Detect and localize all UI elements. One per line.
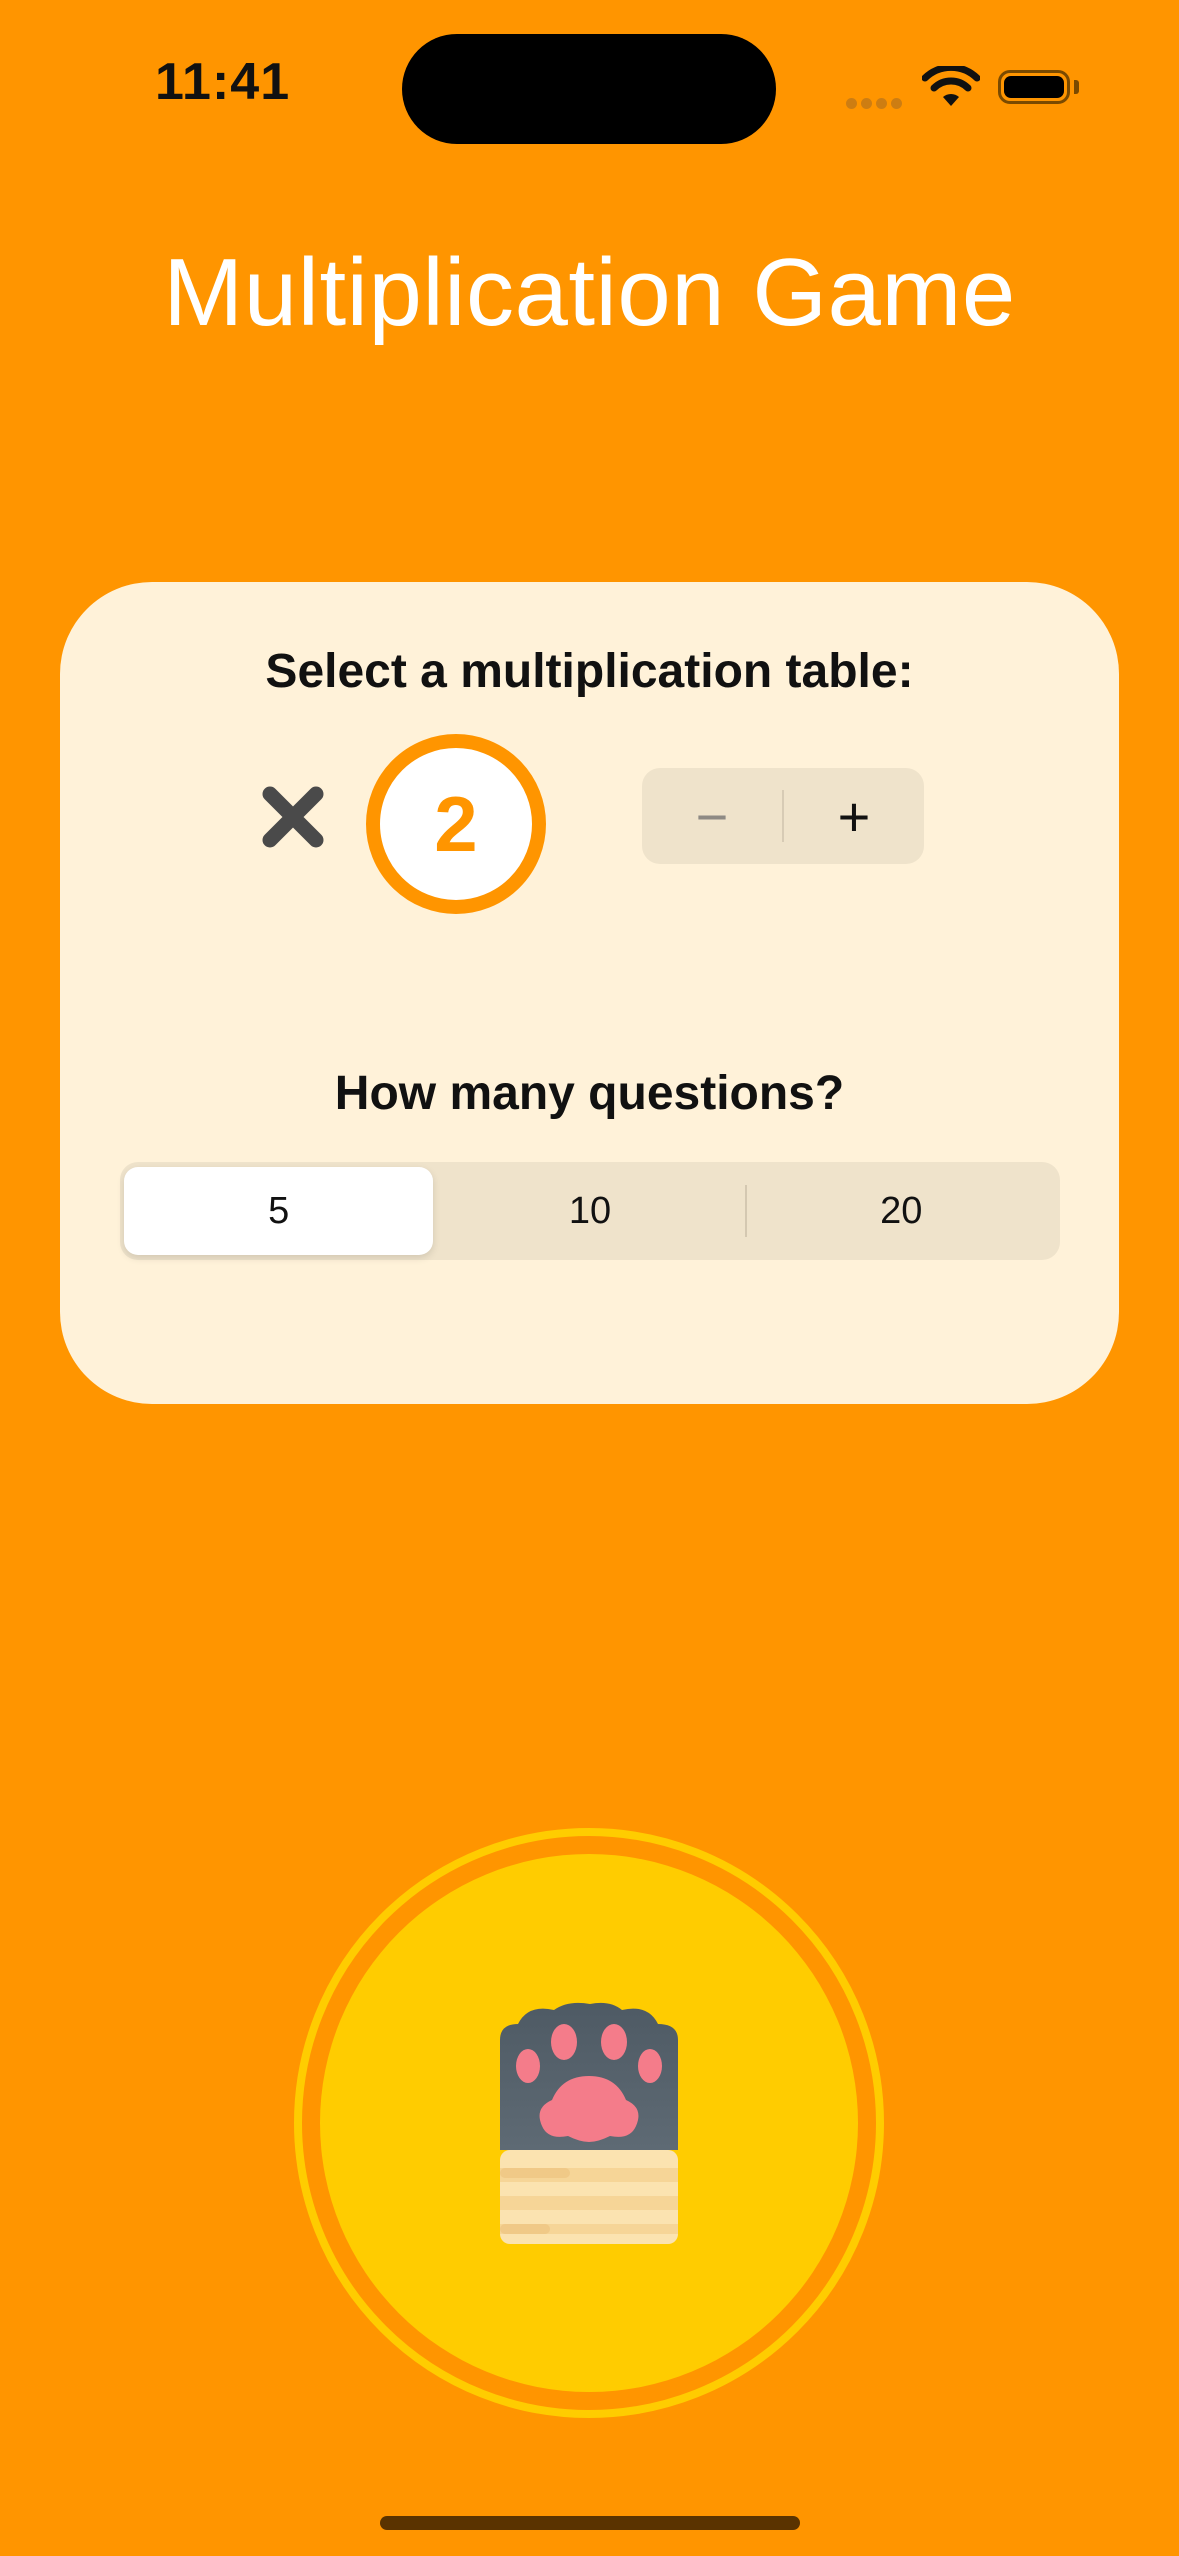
multiply-icon: [262, 786, 324, 848]
cat-paw-icon: [500, 2002, 678, 2244]
settings-card: Select a multiplication table: 2 − + How…: [60, 582, 1119, 1404]
segment-option[interactable]: 5: [124, 1167, 434, 1255]
question-count-picker[interactable]: 5 10 20: [120, 1162, 1060, 1260]
questions-prompt: How many questions?: [334, 1067, 845, 1120]
decrement-button[interactable]: −: [642, 768, 782, 864]
selected-table-value: 2: [434, 779, 478, 868]
home-indicator[interactable]: [380, 2516, 800, 2530]
table-stepper[interactable]: − +: [642, 768, 924, 864]
battery-nub: [1074, 80, 1079, 94]
battery-icon: [998, 70, 1070, 104]
segment-option[interactable]: 20: [747, 1167, 1056, 1255]
wifi-icon: [922, 66, 980, 106]
status-time: 11:41: [155, 53, 291, 111]
table-prompt: Select a multiplication table:: [265, 645, 914, 698]
selected-table-badge: 2: [366, 734, 546, 914]
dynamic-island: [402, 34, 776, 144]
page-title: Multiplication Game: [163, 239, 1016, 346]
cellular-signal-icon: [846, 96, 906, 114]
increment-button[interactable]: +: [784, 768, 924, 864]
segment-option[interactable]: 10: [435, 1167, 744, 1255]
